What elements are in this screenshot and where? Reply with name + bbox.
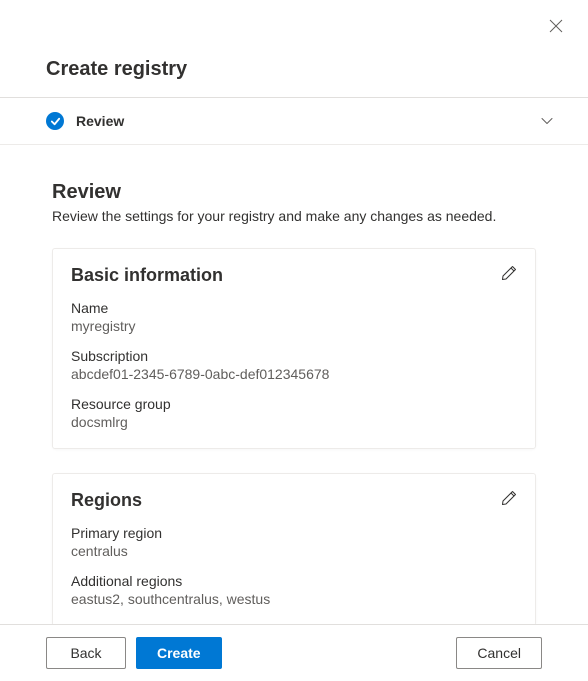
field-name: Name myregistry <box>71 300 517 334</box>
subscription-label: Subscription <box>71 348 517 364</box>
edit-regions-button[interactable] <box>501 490 519 508</box>
footer-left-buttons: Back Create <box>46 637 222 669</box>
subscription-value: abcdef01-2345-6789-0abc-def012345678 <box>71 366 517 382</box>
step-review-row[interactable]: Review <box>0 98 588 145</box>
panel-title: Create registry <box>46 58 564 81</box>
panel-header: Create registry <box>0 0 588 98</box>
primary-region-value: centralus <box>71 543 517 559</box>
resource-group-label: Resource group <box>71 396 517 412</box>
primary-region-label: Primary region <box>71 525 517 541</box>
additional-regions-label: Additional regions <box>71 573 517 589</box>
field-subscription: Subscription abcdef01-2345-6789-0abc-def… <box>71 348 517 382</box>
review-description: Review the settings for your registry an… <box>52 208 536 224</box>
content-area: Review Review the settings for your regi… <box>0 145 588 674</box>
pencil-icon <box>501 265 517 281</box>
step-label: Review <box>76 113 540 129</box>
panel-footer: Back Create Cancel <box>0 624 588 681</box>
cancel-button[interactable]: Cancel <box>456 637 542 669</box>
step-complete-icon <box>46 112 64 130</box>
create-button[interactable]: Create <box>136 637 222 669</box>
additional-regions-value: eastus2, southcentralus, westus <box>71 591 517 607</box>
regions-title: Regions <box>71 490 517 511</box>
basic-information-card: Basic information Name myregistry Subscr… <box>52 248 536 449</box>
name-value: myregistry <box>71 318 517 334</box>
close-icon <box>549 19 563 33</box>
pencil-icon <box>501 490 517 506</box>
regions-card: Regions Primary region centralus Additio… <box>52 473 536 626</box>
name-label: Name <box>71 300 517 316</box>
basic-information-title: Basic information <box>71 265 517 286</box>
resource-group-value: docsmlrg <box>71 414 517 430</box>
close-button[interactable] <box>548 18 564 34</box>
field-additional-regions: Additional regions eastus2, southcentral… <box>71 573 517 607</box>
field-resource-group: Resource group docsmlrg <box>71 396 517 430</box>
back-button[interactable]: Back <box>46 637 126 669</box>
edit-basic-information-button[interactable] <box>501 265 519 283</box>
review-heading: Review <box>52 181 536 204</box>
chevron-down-icon <box>540 114 554 128</box>
field-primary-region: Primary region centralus <box>71 525 517 559</box>
